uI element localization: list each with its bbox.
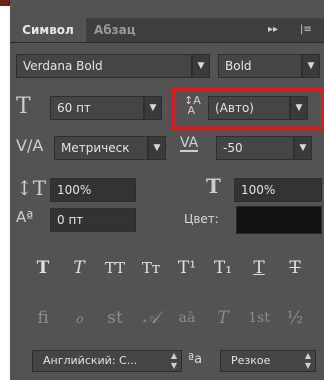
type-style-row: T T TT Tт T¹ T₁ T T bbox=[28, 254, 318, 282]
font-family-dropdown-arrow[interactable]: ▼ bbox=[192, 54, 210, 78]
expand-panel-icon[interactable]: ▸▸ bbox=[268, 18, 278, 42]
tracking-dropdown-arrow[interactable]: ▼ bbox=[294, 136, 312, 160]
leading-highlight bbox=[172, 88, 324, 131]
language-value: Английский: С... bbox=[43, 354, 138, 367]
antialias-icon: ªa bbox=[188, 352, 203, 367]
titling-alternates-button[interactable]: aā bbox=[172, 304, 202, 332]
ligatures-button[interactable]: fi bbox=[28, 304, 58, 332]
font-size-dropdown-arrow[interactable]: ▼ bbox=[144, 96, 162, 120]
ordinals-button[interactable]: 1st bbox=[244, 304, 274, 332]
font-style-field[interactable]: Bold bbox=[218, 54, 302, 78]
panel-tab-bar: Символ Абзац ▸▸ |≡ bbox=[10, 18, 324, 43]
font-size-icon: T bbox=[16, 94, 31, 119]
language-stepper-icon: ▲ ▼ bbox=[170, 351, 177, 370]
stylistic-alternates-button[interactable]: 𝒜 bbox=[136, 304, 166, 332]
tracking-field[interactable]: -50 bbox=[216, 136, 294, 160]
antialias-value: Резкое bbox=[231, 354, 271, 367]
titling-t-button[interactable]: T bbox=[208, 304, 238, 332]
baseline-shift-field[interactable]: 0 пт bbox=[50, 208, 136, 232]
kerning-field[interactable]: Метрическ bbox=[54, 136, 148, 160]
kerning-icon: V/A bbox=[16, 136, 44, 155]
font-size-field[interactable]: 60 пт bbox=[50, 96, 144, 120]
all-caps-button[interactable]: TT bbox=[100, 254, 130, 282]
strikethrough-button[interactable]: T bbox=[280, 254, 310, 282]
color-label: Цвет: bbox=[184, 212, 219, 226]
discretionary-ligatures-button[interactable]: st bbox=[100, 304, 130, 332]
fractions-button[interactable]: ½ bbox=[280, 304, 310, 332]
underline-button[interactable]: T bbox=[244, 254, 274, 282]
tab-paragraph[interactable]: Абзац bbox=[94, 18, 136, 42]
language-select[interactable]: Английский: С... ▲ ▼ bbox=[32, 350, 182, 372]
faux-bold-button[interactable]: T bbox=[28, 254, 58, 282]
color-swatch[interactable] bbox=[236, 206, 322, 234]
font-style-dropdown-arrow[interactable]: ▼ bbox=[302, 54, 320, 78]
horizontal-scale-field[interactable]: 100% bbox=[234, 178, 322, 202]
antialias-stepper-icon: ▲ ▼ bbox=[304, 351, 311, 370]
opentype-row: fi ℴ st 𝒜 aā T 1st ½ bbox=[28, 304, 318, 332]
character-panel: Символ Абзац ▸▸ |≡ Verdana Bold ▼ Bold ▼… bbox=[10, 0, 324, 380]
kerning-dropdown-arrow[interactable]: ▼ bbox=[148, 136, 166, 160]
baseline-shift-icon: Aª bbox=[16, 208, 34, 226]
vertical-scale-icon: ↕T bbox=[16, 176, 47, 200]
subscript-button[interactable]: T₁ bbox=[208, 254, 238, 282]
horizontal-scale-icon: T bbox=[206, 174, 221, 198]
panel-menu-icon[interactable]: |≡ bbox=[300, 18, 312, 42]
tab-character[interactable]: Символ bbox=[10, 18, 86, 42]
small-caps-button[interactable]: Tт bbox=[136, 254, 166, 282]
vertical-scale-field[interactable]: 100% bbox=[50, 178, 136, 202]
faux-italic-button[interactable]: T bbox=[64, 254, 94, 282]
antialias-select[interactable]: Резкое ▲ ▼ bbox=[220, 350, 316, 372]
superscript-button[interactable]: T¹ bbox=[172, 254, 202, 282]
swash-button[interactable]: ℴ bbox=[64, 304, 94, 332]
font-family-field[interactable]: Verdana Bold bbox=[16, 54, 192, 78]
tracking-icon: VA bbox=[180, 135, 199, 152]
